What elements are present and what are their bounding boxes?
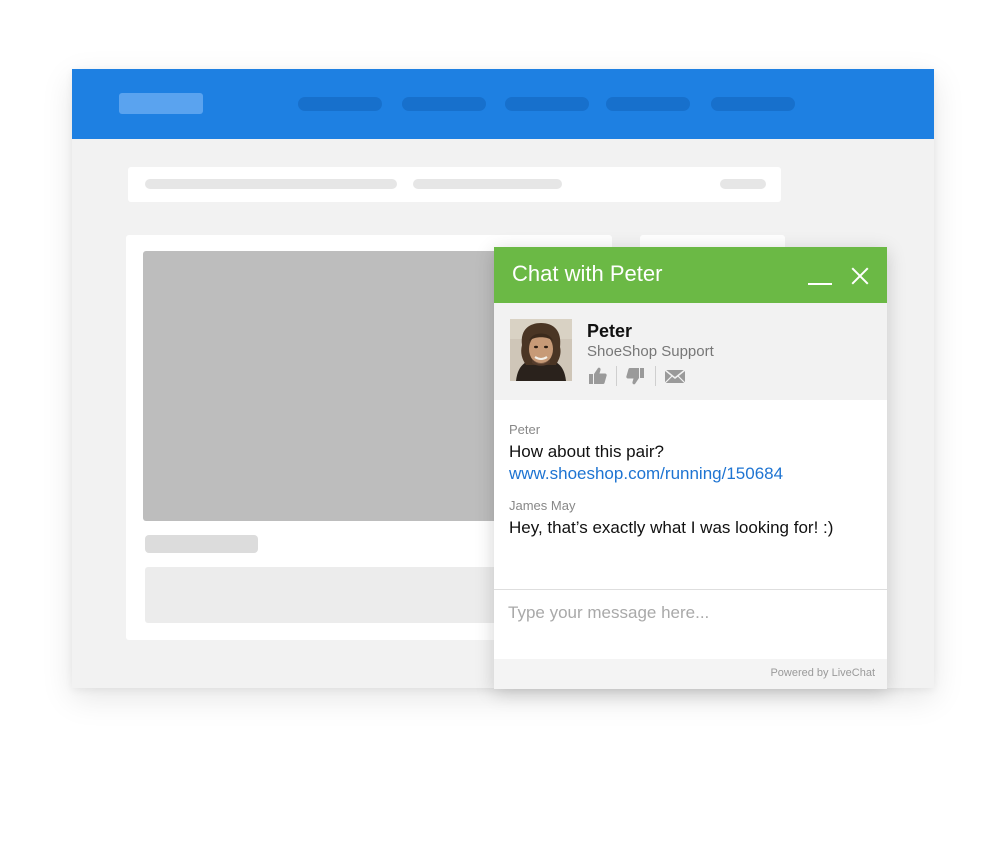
caption-placeholder: [145, 535, 258, 553]
message-text: Hey, that’s exactly what I was looking f…: [509, 518, 834, 537]
avatar: [510, 319, 572, 381]
text-placeholder: [145, 179, 397, 189]
nav-item-placeholder[interactable]: [711, 97, 795, 111]
nav-item-placeholder[interactable]: [402, 97, 486, 111]
minimize-icon[interactable]: [807, 265, 833, 287]
thumbs-up-icon[interactable]: [587, 365, 609, 387]
envelope-icon[interactable]: [664, 365, 686, 387]
close-icon[interactable]: [849, 265, 871, 287]
divider: [616, 366, 617, 386]
nav-item-placeholder[interactable]: [298, 97, 382, 111]
text-placeholder: [720, 179, 766, 189]
image-placeholder: [143, 251, 503, 521]
message-input[interactable]: [508, 600, 868, 626]
message-list: Peter How about this pair? www.shoeshop.…: [494, 400, 887, 589]
thumbs-down-icon[interactable]: [624, 365, 646, 387]
message-text: How about this pair?: [509, 442, 664, 461]
text-placeholder: [413, 179, 562, 189]
chat-footer: Powered by LiveChat: [494, 659, 887, 689]
powered-by-label[interactable]: Powered by LiveChat: [770, 667, 875, 679]
agent-panel: Peter ShoeShop Support: [494, 303, 887, 400]
agent-name: Peter: [587, 321, 633, 341]
chat-widget: Chat with Peter Peter ShoeShop Support P…: [494, 247, 887, 689]
logo-placeholder[interactable]: [119, 93, 203, 114]
chat-header: Chat with Peter: [494, 247, 887, 303]
chat-title: Chat with Peter: [512, 261, 663, 286]
message-input-area: [494, 589, 887, 659]
nav-item-placeholder[interactable]: [606, 97, 690, 111]
site-header: [72, 69, 934, 139]
nav-item-placeholder[interactable]: [505, 97, 589, 111]
agent-role: ShoeShop Support: [587, 343, 714, 360]
message-link[interactable]: www.shoeshop.com/running/150684: [509, 464, 783, 484]
message-author: James May: [509, 498, 576, 513]
description-placeholder: [145, 567, 505, 623]
breadcrumb-bar-placeholder: [128, 167, 781, 202]
divider: [655, 366, 656, 386]
message-author: Peter: [509, 422, 541, 437]
